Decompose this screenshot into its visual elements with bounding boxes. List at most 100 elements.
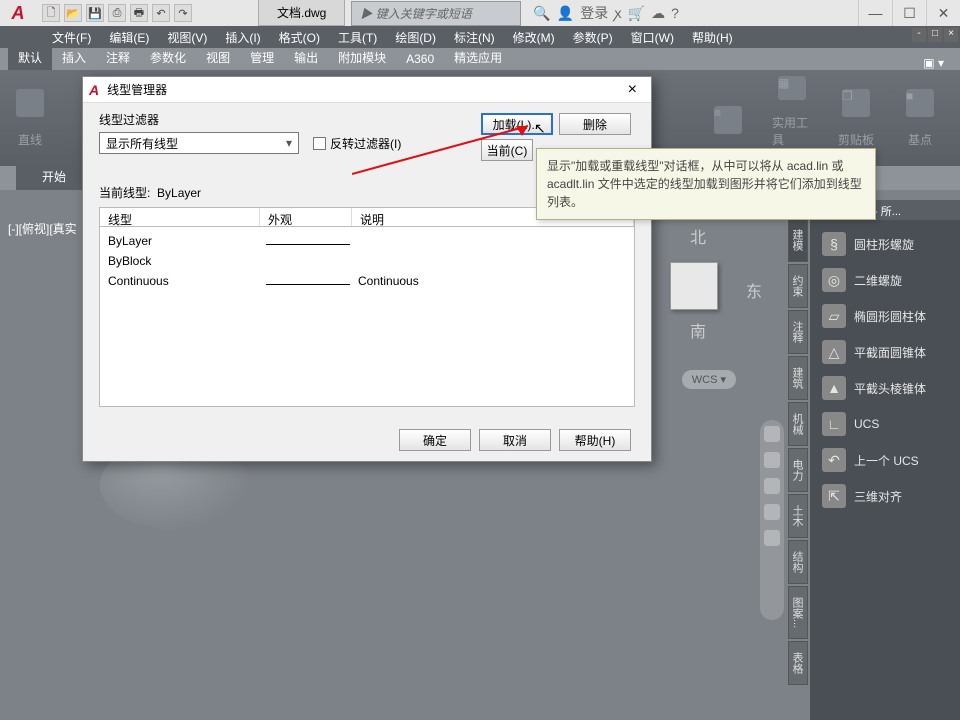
help-icon[interactable]: ? bbox=[671, 5, 679, 21]
dialog-titlebar[interactable]: A 线型管理器 × bbox=[83, 77, 651, 103]
navigation-bar[interactable] bbox=[760, 420, 784, 620]
cancel-button[interactable]: 取消 bbox=[479, 429, 551, 451]
viewcube-top-face[interactable] bbox=[670, 262, 718, 310]
menu-insert[interactable]: 插入(I) bbox=[219, 29, 266, 46]
vtab-constraint[interactable]: 约束 bbox=[788, 264, 808, 308]
vtab-arch[interactable]: 建筑 bbox=[788, 356, 808, 400]
col-linetype[interactable]: 线型 bbox=[100, 208, 260, 226]
menu-view[interactable]: 视图(V) bbox=[161, 29, 213, 46]
qat-plot-icon[interactable]: 🖶 bbox=[130, 4, 148, 22]
login-link[interactable]: 登录 bbox=[580, 3, 608, 23]
list-row-byblock[interactable]: ByBlock bbox=[108, 251, 626, 271]
user-icon[interactable]: 👤 bbox=[557, 5, 574, 22]
current-button[interactable]: 当前(C) bbox=[481, 139, 533, 161]
ribbon-tab-addins[interactable]: 附加模块 bbox=[328, 45, 396, 70]
dialog-footer: 确定 取消 帮助(H) bbox=[399, 429, 631, 451]
vtab-hatch[interactable]: 图案... bbox=[788, 586, 808, 639]
doc-tab[interactable]: 文档.dwg bbox=[258, 0, 345, 26]
ribbon-tab-insert[interactable]: 插入 bbox=[52, 45, 96, 70]
vtab-table[interactable]: 表格 bbox=[788, 641, 808, 685]
nav-orbit-icon[interactable] bbox=[764, 504, 780, 520]
doc-min-button[interactable]: - bbox=[912, 28, 926, 42]
palette-item-pyramid[interactable]: ▲平截头棱锥体 bbox=[816, 370, 954, 406]
menu-dim[interactable]: 标注(N) bbox=[448, 29, 501, 46]
doc-close-button[interactable]: × bbox=[944, 28, 958, 42]
maximize-button[interactable]: ☐ bbox=[892, 0, 926, 26]
palette-item-3dalign[interactable]: ⇱三维对齐 bbox=[816, 478, 954, 514]
delete-button[interactable]: 删除 bbox=[559, 113, 631, 135]
tab-start[interactable]: 开始 bbox=[16, 163, 92, 190]
ribbon-collapse-icon[interactable]: ▣ ▾ bbox=[923, 56, 944, 70]
qat-redo-icon[interactable]: ↷ bbox=[174, 4, 192, 22]
panel-clipboard[interactable]: ❐剪贴板 bbox=[836, 76, 876, 148]
filter-combobox[interactable]: 显示所有线型 bbox=[99, 132, 299, 154]
menu-help[interactable]: 帮助(H) bbox=[686, 29, 739, 46]
exchange-icon[interactable]: ꭗ bbox=[614, 4, 621, 23]
search-icon[interactable]: 🔍 bbox=[533, 5, 550, 22]
nav-pan-icon[interactable] bbox=[764, 452, 780, 468]
panel-layers[interactable]: ≡ bbox=[708, 76, 748, 148]
palette-item-cone[interactable]: △平截面圆锥体 bbox=[816, 334, 954, 370]
menu-window[interactable]: 窗口(W) bbox=[625, 29, 680, 46]
qat-saveas-icon[interactable]: ⎙ bbox=[108, 4, 126, 22]
list-row-bylayer[interactable]: ByLayer bbox=[108, 231, 626, 251]
viewcube-south[interactable]: 南 bbox=[690, 318, 706, 342]
ribbon-tab-a360[interactable]: A360 bbox=[396, 48, 444, 70]
nav-wheel-icon[interactable] bbox=[764, 426, 780, 442]
menu-draw[interactable]: 绘图(D) bbox=[389, 29, 442, 46]
menu-modify[interactable]: 修改(M) bbox=[507, 29, 561, 46]
list-row-continuous[interactable]: Continuous Continuous bbox=[108, 271, 626, 291]
palette-item-ellcyl[interactable]: ▱椭圆形圆柱体 bbox=[816, 298, 954, 334]
vtab-mech[interactable]: 机械 bbox=[788, 402, 808, 446]
close-button[interactable]: ✕ bbox=[926, 0, 960, 26]
vtab-civil[interactable]: 土木 bbox=[788, 494, 808, 538]
qat-save-icon[interactable]: 💾 bbox=[86, 4, 104, 22]
panel-line[interactable]: 直线 bbox=[10, 76, 50, 148]
ribbon-tab-featured[interactable]: 精选应用 bbox=[444, 45, 512, 70]
menu-bar: 文件(F) 编辑(E) 视图(V) 插入(I) 格式(O) 工具(T) 绘图(D… bbox=[0, 26, 960, 48]
linetype-list[interactable]: ByLayer ByBlock Continuous Continuous bbox=[99, 227, 635, 407]
menu-file[interactable]: 文件(F) bbox=[46, 29, 97, 46]
menu-param[interactable]: 参数(P) bbox=[567, 29, 619, 46]
qat-open-icon[interactable]: 📂 bbox=[64, 4, 82, 22]
search-input[interactable]: ▶ 键入关键字或短语 bbox=[351, 1, 521, 26]
panel-base[interactable]: ■基点 bbox=[900, 76, 940, 148]
vtab-elec[interactable]: 电力 bbox=[788, 448, 808, 492]
qat-new-icon[interactable]: 🗋 bbox=[42, 4, 60, 22]
doc-max-button[interactable]: □ bbox=[928, 28, 942, 42]
palette-item-helix[interactable]: §圆柱形螺旋 bbox=[816, 226, 954, 262]
cloud-icon[interactable]: ☁ bbox=[651, 5, 665, 22]
palette-item-prevucs[interactable]: ↶上一个 UCS bbox=[816, 442, 954, 478]
ribbon-tab-param[interactable]: 参数化 bbox=[140, 45, 196, 70]
search-placeholder: 键入关键字或短语 bbox=[376, 7, 472, 21]
menu-tools[interactable]: 工具(T) bbox=[332, 29, 383, 46]
ribbon-tab-annotate[interactable]: 注释 bbox=[96, 45, 140, 70]
invert-filter-checkbox[interactable]: 反转过滤器(I) bbox=[313, 135, 401, 152]
minimize-button[interactable]: — bbox=[858, 0, 892, 26]
col-appearance[interactable]: 外观 bbox=[260, 208, 352, 226]
cart-icon[interactable]: 🛒 bbox=[628, 5, 645, 22]
vtab-annotate[interactable]: 注释 bbox=[788, 310, 808, 354]
viewport-label[interactable]: [-][俯视][真实 bbox=[8, 220, 77, 237]
palette-item-spiral[interactable]: ◎二维螺旋 bbox=[816, 262, 954, 298]
vtab-struct[interactable]: 结构 bbox=[788, 540, 808, 584]
ok-button[interactable]: 确定 bbox=[399, 429, 471, 451]
ribbon-tab-view[interactable]: 视图 bbox=[196, 45, 240, 70]
nav-showmotion-icon[interactable] bbox=[764, 530, 780, 546]
viewcube-north[interactable]: 北 bbox=[690, 224, 706, 248]
help-button[interactable]: 帮助(H) bbox=[559, 429, 631, 451]
ribbon-tab-default[interactable]: 默认 bbox=[8, 45, 52, 70]
qat-undo-icon[interactable]: ↶ bbox=[152, 4, 170, 22]
panel-utilities[interactable]: ▦实用工具 bbox=[772, 76, 812, 148]
ribbon-tab-manage[interactable]: 管理 bbox=[240, 45, 284, 70]
vtab-modeling[interactable]: 建模 bbox=[788, 218, 808, 262]
viewcube-east[interactable]: 东 bbox=[746, 278, 762, 302]
palette-item-ucs[interactable]: ∟UCS bbox=[816, 406, 954, 442]
palette-label: 平截面圆锥体 bbox=[854, 344, 926, 361]
menu-format[interactable]: 格式(O) bbox=[273, 29, 326, 46]
ribbon-tab-output[interactable]: 输出 bbox=[284, 45, 328, 70]
wcs-button[interactable]: WCS ▾ bbox=[682, 370, 736, 389]
menu-edit[interactable]: 编辑(E) bbox=[103, 29, 155, 46]
nav-zoom-icon[interactable] bbox=[764, 478, 780, 494]
dialog-close-button[interactable]: × bbox=[620, 81, 645, 99]
